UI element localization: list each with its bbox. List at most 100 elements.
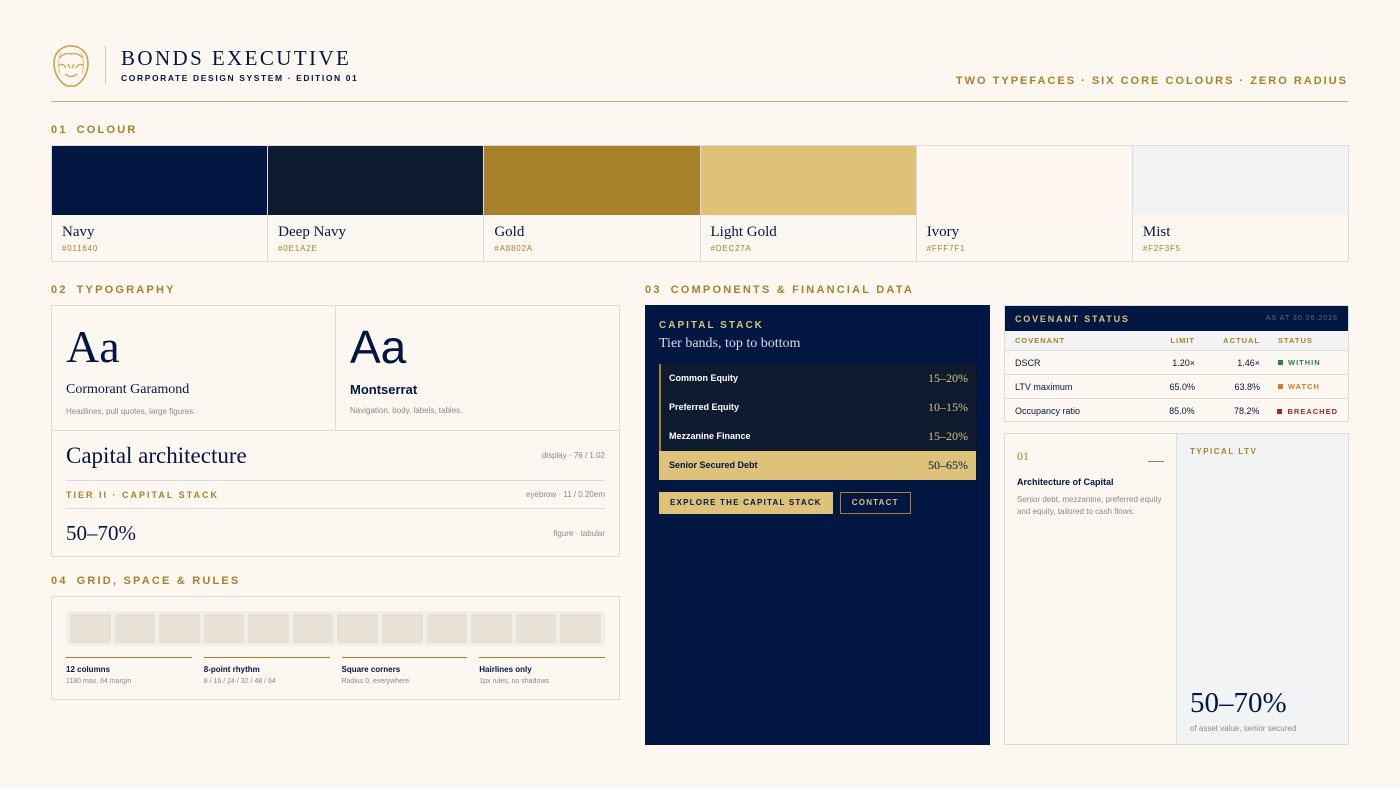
column-grid: [66, 611, 605, 646]
rule-title: Square corners: [341, 665, 401, 674]
header-rule: [51, 101, 1348, 102]
sans-specimen: Aa Montserrat Navigation, body, labels, …: [336, 306, 619, 430]
swatch-name: Mist: [1142, 224, 1171, 240]
grid-column: [70, 614, 111, 643]
swatch-hex: #DEC27A: [710, 244, 752, 253]
status-dot-icon: [1277, 408, 1283, 414]
brand-subtitle: CORPORATE DESIGN SYSTEM · EDITION 01: [121, 73, 359, 83]
capital-band[interactable]: Senior Secured Debt 50–65%: [659, 451, 976, 480]
status-dot-icon: [1278, 384, 1283, 389]
capital-band[interactable]: Mezzanine Finance 15–20%: [659, 422, 976, 451]
lion-head-icon: [51, 44, 91, 88]
swatch-hex: #A8802A: [494, 244, 533, 253]
header-divider: [105, 46, 106, 84]
capital-band[interactable]: Preferred Equity 10–15%: [659, 393, 976, 422]
swatch-hex: #F2F3F5: [1142, 244, 1181, 253]
band-range: 50–65%: [928, 457, 968, 472]
status-text: WITHIN: [1288, 358, 1321, 367]
rule-desc: 8 / 16 / 24 / 32 / 48 / 64: [203, 678, 276, 685]
swatch-mist: Mist #F2F3F5: [1132, 146, 1349, 261]
swatch-color: [1132, 146, 1349, 215]
sans-sample: Aa: [350, 321, 407, 373]
swatch-name: Light Gold: [710, 224, 777, 240]
swatch-navy: Navy #011640: [52, 146, 269, 261]
rule-item: 8-point rhythm 8 / 16 / 24 / 32 / 48 / 64: [203, 657, 330, 685]
eyebrow-spec: eyebrow · 11 / 0.20em: [525, 490, 605, 499]
sans-font-desc: Navigation, body, labels, tables.: [350, 406, 463, 415]
capital-stack-subtitle: Tier bands, top to bottom: [659, 336, 801, 351]
ltv-label: TYPICAL LTV: [1190, 447, 1258, 456]
col-limit: LIMIT: [1170, 336, 1195, 345]
table-row: LTV maximum 65.0% 63.8% WATCH: [1005, 375, 1348, 399]
swatch-hex: #FFF7F1: [926, 244, 966, 253]
covenant-actual: 63.8%: [1234, 381, 1260, 392]
section-typography-label: 02 TYPOGRAPHY: [51, 284, 176, 296]
covenant-name: LTV maximum: [1015, 381, 1073, 392]
rule-desc: 1180 max, 64 margin: [66, 678, 132, 685]
status-text: BREACHED: [1287, 406, 1338, 416]
rule-desc: Radius 0, everywhere: [341, 678, 410, 685]
grid-panel: 12 columns 1180 max, 64 margin 8-point rhy…: [51, 596, 620, 700]
covenant-actual: 1.46×: [1237, 357, 1260, 368]
serif-specimen: Aa Cormorant Garamond Headlines, pull qu…: [52, 306, 336, 430]
rules-list: 12 columns 1180 max, 64 margin 8-point rhy…: [66, 657, 605, 685]
covenant-limit: 1.20×: [1172, 357, 1195, 368]
grid-column: [248, 614, 289, 643]
eyebrow-sample: TIER II · CAPITAL STACK: [66, 489, 219, 500]
status-badge: WATCH: [1260, 382, 1320, 391]
architecture-rule: [1148, 461, 1164, 462]
brand-name: BONDS EXECUTIVE: [121, 46, 352, 70]
architecture-desc: Senior debt, mezzanine, preferred equity…: [1017, 495, 1162, 516]
col-status: STATUS: [1278, 336, 1313, 345]
explore-capital-stack-button[interactable]: EXPLORE THE CAPITAL STACK: [659, 491, 833, 514]
swatch-hex: #0E1A2E: [278, 244, 318, 253]
rule-desc: 1px rules, no shadows: [479, 678, 549, 685]
contact-button[interactable]: CONTACT: [839, 491, 911, 514]
ltv-note: of asset value, senior secured: [1190, 724, 1297, 733]
grid-column: [203, 614, 245, 643]
rule-item: 12 columns 1180 max, 64 margin: [66, 657, 192, 685]
band-range: 15–20%: [928, 428, 968, 443]
covenant-name: DSCR: [1015, 357, 1041, 368]
grid-column: [159, 614, 200, 643]
section-components-label: 03 COMPONENTS & FINANCIAL DATA: [645, 284, 914, 296]
grid-column: [114, 614, 156, 643]
grid-column: [471, 614, 512, 643]
col-actual: ACTUAL: [1223, 336, 1260, 345]
status-badge: WITHIN: [1260, 358, 1321, 367]
swatch-name: Deep Navy: [278, 224, 347, 240]
band-range: 10–15%: [928, 399, 968, 414]
section-grid-label: 04 GRID, SPACE & RULES: [51, 575, 241, 587]
status-text: WATCH: [1288, 382, 1320, 391]
rule-title: 12 columns: [66, 665, 111, 674]
swatch-color: [916, 146, 1132, 215]
grid-column: [292, 614, 334, 643]
figure-spec: figure · tabular: [553, 528, 605, 538]
grid-column: [426, 614, 468, 643]
band-name: Preferred Equity: [669, 402, 740, 413]
serif-sample: Aa: [66, 321, 120, 372]
serif-font-desc: Headlines, pull quotes, large figures.: [66, 407, 196, 416]
swatch-gold: Gold #A8802A: [484, 146, 701, 261]
covenant-title: COVENANT STATUS: [1015, 313, 1130, 324]
rule-item: Square corners Radius 0, everywhere: [341, 657, 468, 685]
covenant-as-at: AS AT 30.06.2026: [1265, 315, 1338, 322]
covenant-header-row: COVENANT LIMIT ACTUAL STATUS: [1005, 331, 1348, 351]
capital-band[interactable]: Common Equity 15–20%: [659, 364, 976, 393]
swatch-hex: #011640: [62, 244, 99, 253]
band-name: Common Equity: [669, 373, 738, 384]
architecture-card: 01 Architecture of Capital Senior debt, …: [1004, 433, 1349, 745]
covenant-actual: 78.2%: [1233, 406, 1260, 416]
swatch-color: [268, 146, 484, 215]
sans-font-name: Montserrat: [350, 382, 418, 397]
swatch-deep-navy: Deep Navy #0E1A2E: [268, 146, 485, 261]
swatch-ivory: Ivory #FFF7F1: [916, 146, 1133, 261]
covenant-status-table: COVENANT STATUS AS AT 30.06.2026 COVENAN…: [1004, 305, 1349, 422]
swatch-color: [52, 146, 268, 215]
grid-column: [337, 614, 379, 643]
ltv-figure: 50–70%: [1190, 687, 1287, 719]
table-row: DSCR 1.20× 1.46× WITHIN: [1005, 351, 1348, 375]
colour-swatches: Navy #011640 Deep Navy #0E1A2E Gold #A8802A Li…: [51, 145, 1349, 262]
covenant-name: Occupancy ratio: [1015, 406, 1081, 416]
band-name: Senior Secured Debt: [669, 460, 758, 471]
